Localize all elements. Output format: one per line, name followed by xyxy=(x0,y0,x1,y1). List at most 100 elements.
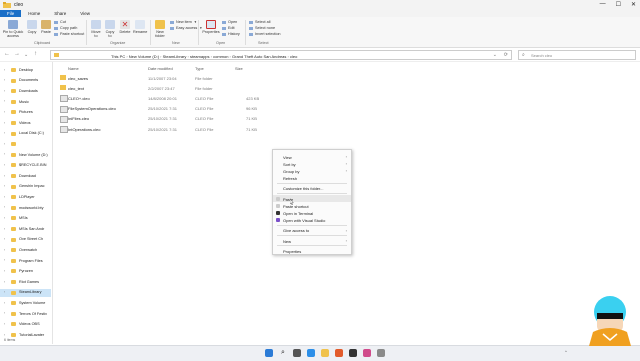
sidebar-item[interactable]: › System Volume xyxy=(0,299,51,307)
file-row[interactable]: IniFiles.cleo 25/10/2021 7:31 CLEO File 71 … xyxy=(58,114,278,123)
sidebar-item[interactable]: › Music xyxy=(0,98,51,106)
sidebar-item[interactable]: › Downloads xyxy=(0,87,51,95)
expand-chevron-icon[interactable]: › xyxy=(4,280,5,284)
expand-chevron-icon[interactable]: › xyxy=(4,258,5,262)
search-icon[interactable]: ⌕ xyxy=(279,349,287,357)
expand-chevron-icon[interactable]: › xyxy=(4,290,5,294)
column-header-date[interactable]: Date modified xyxy=(148,66,173,71)
file-row[interactable]: cleo_saves 11/1/2007 23:04 File folder xyxy=(58,73,278,82)
expand-chevron-icon[interactable]: › xyxy=(4,322,5,326)
copy-button[interactable]: Copy xyxy=(26,20,38,34)
refresh-icon[interactable]: ⟳ xyxy=(504,52,508,58)
sidebar-item[interactable]: › modsworld.bty xyxy=(0,204,51,212)
tab-view[interactable]: View xyxy=(73,10,97,17)
cut-button[interactable]: Cut xyxy=(54,20,66,24)
recent-chevron-icon[interactable]: ⌄ xyxy=(24,52,28,58)
sidebar-item[interactable]: › Videos xyxy=(0,119,51,127)
search-input[interactable]: ⌕ Search cleo xyxy=(518,50,636,60)
sidebar-item[interactable]: › MSIs San Andr xyxy=(0,225,51,233)
expand-chevron-icon[interactable]: › xyxy=(4,78,5,82)
menu-item[interactable]: View › xyxy=(273,153,351,160)
expand-chevron-icon[interactable]: › xyxy=(4,333,5,337)
expand-chevron-icon[interactable]: › xyxy=(4,68,5,72)
copy-path-button[interactable]: Copy path xyxy=(54,26,77,30)
copy-to-button[interactable]: Copy to xyxy=(104,20,116,38)
breadcrumb-item[interactable]: Grand Theft Auto San Andreas xyxy=(232,54,286,59)
tab-home[interactable]: Home xyxy=(21,10,47,17)
minimize-button[interactable]: — xyxy=(600,1,606,8)
up-arrow-icon[interactable]: ↑ xyxy=(34,51,37,57)
menu-item[interactable]: Paste shortcut xyxy=(273,202,351,209)
column-header-size[interactable]: Size xyxy=(235,66,243,71)
new-folder-button[interactable]: New folder xyxy=(153,20,167,38)
expand-chevron-icon[interactable]: › xyxy=(4,152,5,156)
sidebar-item[interactable]: › Terrors Of Festiv xyxy=(0,310,51,318)
properties-button[interactable]: Properties xyxy=(202,20,220,34)
expand-chevron-icon[interactable]: › xyxy=(4,142,5,146)
start-icon[interactable] xyxy=(265,349,273,357)
file-row[interactable]: CLEO+.cleo 14/8/2008 20:01 CLEO File 423 KB xyxy=(58,93,278,103)
column-header-name[interactable]: Name xyxy=(68,66,79,71)
edge-icon[interactable] xyxy=(307,349,315,357)
sidebar-item[interactable]: › SteamLibrary xyxy=(0,288,51,297)
expand-chevron-icon[interactable]: › xyxy=(4,89,5,93)
expand-chevron-icon[interactable]: › xyxy=(4,301,5,305)
close-button[interactable]: ✕ xyxy=(631,1,636,8)
paste-shortcut-button[interactable]: Paste shortcut xyxy=(54,32,84,36)
sidebar-item[interactable]: › Videos OBS xyxy=(0,320,51,328)
expand-chevron-icon[interactable]: › xyxy=(4,99,5,103)
breadcrumb-item[interactable]: steamapps xyxy=(190,54,210,59)
expand-chevron-icon[interactable]: › xyxy=(4,195,5,199)
move-to-button[interactable]: Move to xyxy=(90,20,102,38)
tab-share[interactable]: Share xyxy=(47,10,73,17)
menu-item[interactable]: Sort by › xyxy=(273,160,351,167)
menu-item[interactable]: New › xyxy=(273,237,351,244)
menu-item[interactable]: Paste xyxy=(273,195,351,202)
expand-chevron-icon[interactable]: › xyxy=(4,227,5,231)
expand-chevron-icon[interactable]: › xyxy=(4,205,5,209)
menu-item[interactable]: Properties xyxy=(273,247,351,254)
file-explorer-icon[interactable] xyxy=(321,349,329,357)
sidebar-item[interactable]: › Pyrozen xyxy=(0,267,51,275)
file-row[interactable]: cleo_text 2/2/2007 23:47 File folder xyxy=(58,83,278,92)
app-icon[interactable] xyxy=(335,349,343,357)
menu-item[interactable]: Customize this folder... xyxy=(273,185,351,192)
app-icon[interactable] xyxy=(363,349,371,357)
menu-item[interactable]: Open with Visual Studio xyxy=(273,217,351,224)
delete-button[interactable]: ✕ Delete xyxy=(119,20,131,34)
menu-item[interactable]: Refresh xyxy=(273,175,351,182)
sidebar-item[interactable]: › MSIs xyxy=(0,214,51,222)
address-bar[interactable]: This PC › New Volume (D:) › SteamLibrary… xyxy=(50,50,512,60)
expand-chevron-icon[interactable]: › xyxy=(4,163,5,167)
expand-chevron-icon[interactable]: › xyxy=(4,174,5,178)
breadcrumb-item[interactable]: SteamLibrary xyxy=(163,54,187,59)
file-row[interactable]: IntOperations.cleo 25/10/2021 7:31 CLEO Fi… xyxy=(58,124,278,133)
sidebar-item[interactable]: › xyxy=(0,140,51,148)
address-dropdown-icon[interactable]: ⌄ xyxy=(493,52,497,58)
sidebar-item[interactable]: › Documents xyxy=(0,77,51,85)
expand-chevron-icon[interactable]: › xyxy=(4,237,5,241)
sidebar-item[interactable]: › $RECYCLE.BIN xyxy=(0,161,51,169)
select-none-button[interactable]: Select none xyxy=(249,26,275,30)
breadcrumb-item[interactable]: common xyxy=(213,54,228,59)
app-icon[interactable] xyxy=(377,349,385,357)
paste-button[interactable]: Paste xyxy=(40,20,52,34)
back-arrow-icon[interactable]: ← xyxy=(4,51,10,57)
sidebar-item[interactable]: › Program Files xyxy=(0,257,51,265)
sidebar-item[interactable]: › Ove Street Ch xyxy=(0,236,51,244)
select-all-button[interactable]: Select all xyxy=(249,20,270,24)
expand-chevron-icon[interactable]: › xyxy=(4,184,5,188)
expand-chevron-icon[interactable]: › xyxy=(4,121,5,125)
maximize-button[interactable]: ☐ xyxy=(616,1,621,8)
menu-item[interactable]: Group by › xyxy=(273,167,351,174)
file-row[interactable]: FileSystemOperations.cleo 25/10/2021 7:31… xyxy=(58,104,278,113)
pin-quick-access-button[interactable]: Pin to Quick access xyxy=(2,20,24,38)
sidebar-item[interactable]: › Overwatch xyxy=(0,246,51,254)
expand-chevron-icon[interactable]: › xyxy=(4,248,5,252)
expand-chevron-icon[interactable]: › xyxy=(4,216,5,220)
expand-chevron-icon[interactable]: › xyxy=(4,311,5,315)
history-button[interactable]: History xyxy=(222,32,240,36)
column-header-type[interactable]: Type xyxy=(195,66,204,71)
open-button[interactable]: Open xyxy=(222,20,237,24)
sidebar-item[interactable]: › Genshin Impac xyxy=(0,183,51,191)
